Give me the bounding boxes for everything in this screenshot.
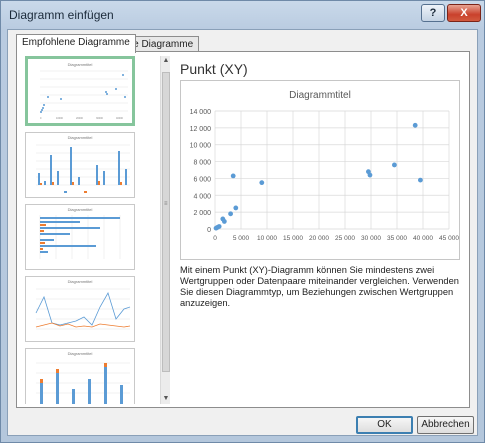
x-tick-label: 20 000 xyxy=(309,235,329,242)
data-point xyxy=(233,205,239,211)
thumbnail-stacked-graphic: Diagrammtitel xyxy=(36,351,130,404)
thumbnail-bar-graphic: Diagrammtitel xyxy=(39,207,121,259)
scatter-chart: Diagrammtitel 0 2 000 4 000 6 000 8 000 10 00… xyxy=(190,90,460,242)
y-tick-label: 0 xyxy=(207,227,211,234)
y-tick-label: 12 000 xyxy=(190,126,212,133)
data-points xyxy=(213,122,423,231)
data-point xyxy=(230,173,236,179)
svg-text:30000: 30000 xyxy=(96,117,104,120)
title-bar[interactable]: Diagramm einfügen ? X xyxy=(1,1,484,29)
x-tick-label: 45 000 xyxy=(439,235,459,242)
thumbnail-stacked-column[interactable]: Diagrammtitel xyxy=(25,348,135,404)
svg-text:10000: 10000 xyxy=(56,117,64,120)
thumbnail-clustered-column[interactable]: Diagrammtitel xyxy=(25,132,135,198)
x-axis-tick-labels: 0 5 000 10 000 15 000 20 000 25 000 30 000 35 0… xyxy=(213,235,459,242)
data-point xyxy=(259,180,265,186)
tab-panel: Diagrammtitel 010000 20000 30000 40000 D… xyxy=(16,51,470,408)
chart-grid xyxy=(214,110,450,230)
y-tick-label: 14 000 xyxy=(190,109,212,116)
insert-chart-dialog: Diagramm einfügen ? X Empfohlene Diagram… xyxy=(0,0,485,443)
x-tick-label: 40 000 xyxy=(413,235,433,242)
chart-preview: Diagrammtitel 0 2 000 4 000 6 000 8 000 10 00… xyxy=(180,80,460,260)
thumbnail-title: Diagrammtitel xyxy=(68,207,93,212)
thumbnail-line-graphic: Diagrammtitel xyxy=(35,279,131,330)
x-tick-label: 30 000 xyxy=(361,235,381,242)
ok-button[interactable]: OK xyxy=(356,416,413,434)
data-point xyxy=(418,177,423,183)
window-title: Diagramm einfügen xyxy=(9,8,114,22)
data-point xyxy=(412,122,418,128)
scrollbar-grip-icon: ≡ xyxy=(164,201,168,207)
x-tick-label: 10 000 xyxy=(257,235,277,242)
scroll-up-arrow-icon[interactable]: ▲ xyxy=(161,56,171,66)
chart-type-title: Punkt (XY) xyxy=(180,61,248,77)
dialog-body: Empfohlene Diagramme Alle Diagramme Diag… xyxy=(7,29,478,436)
x-tick-label: 35 000 xyxy=(387,235,407,242)
y-tick-label: 4 000 xyxy=(193,193,211,200)
thumbnail-scatter-graphic: Diagrammtitel 010000 20000 30000 40000 xyxy=(40,62,128,120)
y-tick-label: 2 000 xyxy=(193,210,211,217)
y-tick-label: 6 000 xyxy=(193,176,211,183)
chart-type-description: Mit einem Punkt (XY)-Diagramm können Sie… xyxy=(180,265,459,308)
x-tick-label: 15 000 xyxy=(283,235,303,242)
thumbnail-scrollbar[interactable]: ▲ ≡ ▼ xyxy=(160,56,170,404)
data-point xyxy=(228,211,233,217)
tab-recommended-charts[interactable]: Empfohlene Diagramme xyxy=(16,34,136,53)
close-button[interactable]: X xyxy=(447,4,481,22)
x-tick-label: 25 000 xyxy=(335,235,355,242)
data-point xyxy=(216,224,222,229)
help-button[interactable]: ? xyxy=(421,4,445,22)
y-axis-tick-labels: 0 2 000 4 000 6 000 8 000 10 000 12 000 14 000 xyxy=(190,109,212,234)
thumbnail-column-graphic: Diagrammtitel xyxy=(36,135,130,193)
thumbnail-scatter[interactable]: Diagrammtitel 010000 20000 30000 40000 xyxy=(25,56,135,126)
y-tick-label: 8 000 xyxy=(193,160,211,167)
thumbnail-line[interactable]: Diagrammtitel xyxy=(25,276,135,342)
scroll-down-arrow-icon[interactable]: ▼ xyxy=(161,394,171,404)
scrollbar-thumb[interactable]: ≡ xyxy=(162,72,170,372)
thumbnail-title: Diagrammtitel xyxy=(68,351,93,356)
chart-title: Diagrammtitel xyxy=(289,90,351,101)
svg-text:40000: 40000 xyxy=(116,117,124,120)
y-tick-label: 10 000 xyxy=(190,143,212,150)
thumbnail-title: Diagrammtitel xyxy=(68,279,93,284)
thumbnail-title: Diagrammtitel xyxy=(68,135,93,140)
x-tick-label: 5 000 xyxy=(233,235,250,242)
data-point xyxy=(367,172,373,178)
svg-text:0: 0 xyxy=(40,117,42,120)
cancel-button[interactable]: Abbrechen xyxy=(417,416,474,434)
x-tick-label: 0 xyxy=(213,235,217,242)
data-point xyxy=(221,219,227,224)
thumbnail-title: Diagrammtitel xyxy=(68,62,93,67)
data-point xyxy=(392,162,397,168)
svg-text:20000: 20000 xyxy=(76,117,84,120)
chart-thumbnail-list: Diagrammtitel 010000 20000 30000 40000 D… xyxy=(21,56,159,404)
thumbnail-clustered-bar[interactable]: Diagrammtitel xyxy=(25,204,135,270)
